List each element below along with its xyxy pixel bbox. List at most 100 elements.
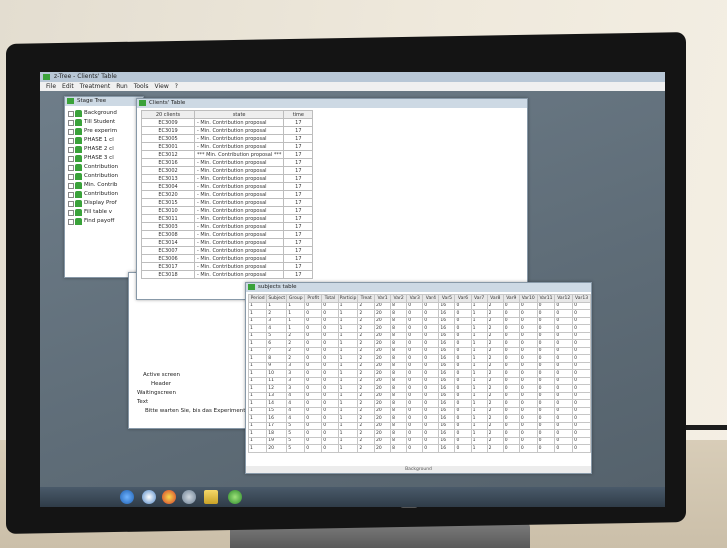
expand-toggle-icon[interactable] <box>68 183 74 189</box>
ztree-taskbar-icon[interactable] <box>228 490 242 504</box>
stage-tree-item[interactable]: Contribution <box>68 163 143 172</box>
subjects-header-cell[interactable]: Particip <box>337 294 359 303</box>
stage-tree-item[interactable]: Till Student <box>68 118 143 127</box>
table-row[interactable]: 1 8 2 0 0 1 2 20 8 0 0 16 0 1 2 0 0 0 0 0 <box>247 354 591 363</box>
table-row[interactable]: EC3017- Min. Contribution proposal 17 <box>141 262 314 271</box>
treatment-tree-item[interactable]: Bitte warten Sie, bis das Experiment <box>145 407 245 415</box>
stage-tree-item[interactable]: PHASE 1 cl <box>68 136 143 145</box>
clients-header-clients[interactable]: 20 clients <box>141 110 195 119</box>
stage-tree-item[interactable]: Background <box>68 109 143 118</box>
table-row[interactable]: 1 6 2 0 0 1 2 20 8 0 0 16 0 1 2 0 0 0 0 0 <box>247 339 591 348</box>
clients-header-time[interactable]: time <box>283 110 314 119</box>
expand-toggle-icon[interactable] <box>68 219 74 225</box>
table-row[interactable]: 1 7 2 0 0 1 2 20 8 0 0 16 0 1 2 0 0 0 0 0 <box>247 346 591 355</box>
menu-item-help[interactable]: ? <box>175 83 178 90</box>
expand-toggle-icon[interactable] <box>68 165 74 171</box>
menu-item-file[interactable]: File <box>46 83 56 90</box>
table-row[interactable]: 1 19 5 0 0 1 2 20 8 0 0 16 0 1 2 0 0 0 0 0 <box>247 436 591 445</box>
table-row[interactable]: 1 1 1 0 0 1 2 20 8 0 0 16 0 1 2 0 0 0 0 0 <box>247 301 591 310</box>
table-row[interactable]: EC3009- Min. Contribution proposal 17 <box>141 118 314 127</box>
stage-tree-item[interactable]: Fill table v <box>68 208 143 217</box>
subjects-header-cell[interactable]: Var9 <box>502 294 520 303</box>
menu-item-view[interactable]: View <box>155 83 169 90</box>
subjects-header-cell[interactable]: Var4 <box>422 294 440 303</box>
menu-item-run[interactable]: Run <box>116 83 128 90</box>
menu-item-tools[interactable]: Tools <box>134 83 149 90</box>
subjects-header-cell[interactable]: Var8 <box>486 294 504 303</box>
expand-toggle-icon[interactable] <box>68 192 74 198</box>
expand-toggle-icon[interactable] <box>68 201 74 207</box>
expand-toggle-icon[interactable] <box>68 129 74 135</box>
stage-tree-item[interactable]: Pre experim <box>68 127 143 136</box>
table-row[interactable]: EC3020- Min. Contribution proposal 17 <box>141 190 314 199</box>
table-row[interactable]: EC3006- Min. Contribution proposal 17 <box>141 254 314 263</box>
table-row[interactable]: 1 13 4 0 0 1 2 20 8 0 0 16 0 1 2 0 0 0 0 0 <box>247 391 591 400</box>
table-row[interactable]: 1 5 2 0 0 1 2 20 8 0 0 16 0 1 2 0 0 0 0 0 <box>247 331 591 340</box>
expand-toggle-icon[interactable] <box>68 210 74 216</box>
chrome-browser-icon[interactable] <box>162 490 176 504</box>
subjects-header-cell[interactable]: Var7 <box>470 294 488 303</box>
table-row[interactable]: 1 2 1 0 0 1 2 20 8 0 0 16 0 1 2 0 0 0 0 0 <box>247 309 591 318</box>
table-row[interactable]: 1 20 5 0 0 1 2 20 8 0 0 16 0 1 2 0 0 0 0 0 <box>247 444 591 453</box>
table-row[interactable]: EC3002- Min. Contribution proposal 17 <box>141 166 314 175</box>
table-row[interactable]: 1 4 1 0 0 1 2 20 8 0 0 16 0 1 2 0 0 0 0 0 <box>247 324 591 333</box>
table-row[interactable]: EC3011- Min. Contribution proposal 17 <box>141 214 314 223</box>
subjects-header-cell[interactable]: Var11 <box>536 294 556 303</box>
stage-tree-window[interactable]: Stage Tree Background Till Student Pre exp… <box>64 96 144 278</box>
table-row[interactable]: EC3013- Min. Contribution proposal 17 <box>141 174 314 183</box>
expand-toggle-icon[interactable] <box>68 147 74 153</box>
subjects-header-cell[interactable]: Var3 <box>406 294 424 303</box>
subjects-header-cell[interactable]: Var13 <box>572 294 591 303</box>
menu-item-treatment[interactable]: Treatment <box>80 83 111 90</box>
stage-tree-item[interactable]: PHASE 2 cl <box>68 145 143 154</box>
subjects-header-cell[interactable]: Period <box>247 294 268 303</box>
treatment-tree-item[interactable]: Header <box>151 380 171 388</box>
subjects-header-cell[interactable]: Var2 <box>390 294 408 303</box>
table-row[interactable]: 1 16 4 0 0 1 2 20 8 0 0 16 0 1 2 0 0 0 0 0 <box>247 414 591 423</box>
table-row[interactable]: 1 17 5 0 0 1 2 20 8 0 0 16 0 1 2 0 0 0 0 0 <box>247 421 591 430</box>
stage-tree-item[interactable]: Contribution <box>68 172 143 181</box>
table-row[interactable]: 1 11 3 0 0 1 2 20 8 0 0 16 0 1 2 0 0 0 0 0 <box>247 376 591 385</box>
table-row[interactable]: EC3014- Min. Contribution proposal 17 <box>141 238 314 247</box>
subjects-table-window[interactable]: subjects table Period Subject Group Profit T… <box>245 282 592 474</box>
expand-toggle-icon[interactable] <box>68 138 74 144</box>
stage-tree-item[interactable]: PHASE 3 cl <box>68 154 143 163</box>
stage-tree-item[interactable]: Find payoff <box>68 217 143 226</box>
table-row[interactable]: EC3018- Min. Contribution proposal 17 <box>141 270 314 279</box>
table-row[interactable]: EC3019- Min. Contribution proposal 17 <box>141 126 314 135</box>
clients-header-state[interactable]: state <box>193 110 285 119</box>
table-row[interactable]: 1 18 5 0 0 1 2 20 8 0 0 16 0 1 2 0 0 0 0 0 <box>247 429 591 438</box>
table-row[interactable]: EC3008- Min. Contribution proposal 17 <box>141 230 314 239</box>
subjects-header-cell[interactable]: Var10 <box>518 294 538 303</box>
folder-icon[interactable] <box>204 490 218 504</box>
subjects-header-cell[interactable]: Var5 <box>438 294 456 303</box>
treatment-tree-item[interactable]: Text <box>137 398 148 406</box>
treatment-tree-item[interactable]: Waitingscreen <box>137 389 176 397</box>
table-row[interactable]: 1 9 3 0 0 1 2 20 8 0 0 16 0 1 2 0 0 0 0 0 <box>247 361 591 370</box>
table-row[interactable]: EC3012 *** Min. Contribution proposal ***… <box>141 150 314 159</box>
table-row[interactable]: EC3001- Min. Contribution proposal 17 <box>141 142 314 151</box>
table-row[interactable]: EC3010- Min. Contribution proposal 17 <box>141 206 314 215</box>
subjects-header-cell[interactable]: Profit <box>304 294 323 303</box>
table-row[interactable]: 1 10 3 0 0 1 2 20 8 0 0 16 0 1 2 0 0 0 0 0 <box>247 369 591 378</box>
table-row[interactable]: EC3015- Min. Contribution proposal 17 <box>141 198 314 207</box>
menu-item-edit[interactable]: Edit <box>62 83 74 90</box>
subjects-header-cell[interactable]: Var1 <box>374 294 392 303</box>
table-row[interactable]: 1 3 1 0 0 1 2 20 8 0 0 16 0 1 2 0 0 0 0 0 <box>247 316 591 325</box>
subjects-header-cell[interactable]: Total <box>321 294 339 303</box>
stage-tree-item[interactable]: Display Prof <box>68 199 143 208</box>
table-row[interactable]: EC3007- Min. Contribution proposal 17 <box>141 246 314 255</box>
table-row[interactable]: 1 15 4 0 0 1 2 20 8 0 0 16 0 1 2 0 0 0 0 0 <box>247 406 591 415</box>
subjects-header-cell[interactable]: Group <box>286 294 306 303</box>
stage-tree-item[interactable]: Min. Contrib <box>68 181 143 190</box>
ie-browser-icon[interactable] <box>142 490 156 504</box>
table-row[interactable]: EC3005- Min. Contribution proposal 17 <box>141 134 314 143</box>
subjects-header-cell[interactable]: Treat <box>357 294 376 303</box>
table-row[interactable]: 1 12 3 0 0 1 2 20 8 0 0 16 0 1 2 0 0 0 0 0 <box>247 384 591 393</box>
table-row[interactable]: EC3016- Min. Contribution proposal 17 <box>141 158 314 167</box>
clients-table-window[interactable]: Clients' Table 20 clients state time EC3… <box>136 98 528 300</box>
expand-toggle-icon[interactable] <box>68 111 74 117</box>
expand-toggle-icon[interactable] <box>68 156 74 162</box>
treatment-tree-item[interactable]: Active screen <box>143 371 180 379</box>
table-row[interactable]: EC3003- Min. Contribution proposal 17 <box>141 222 314 231</box>
